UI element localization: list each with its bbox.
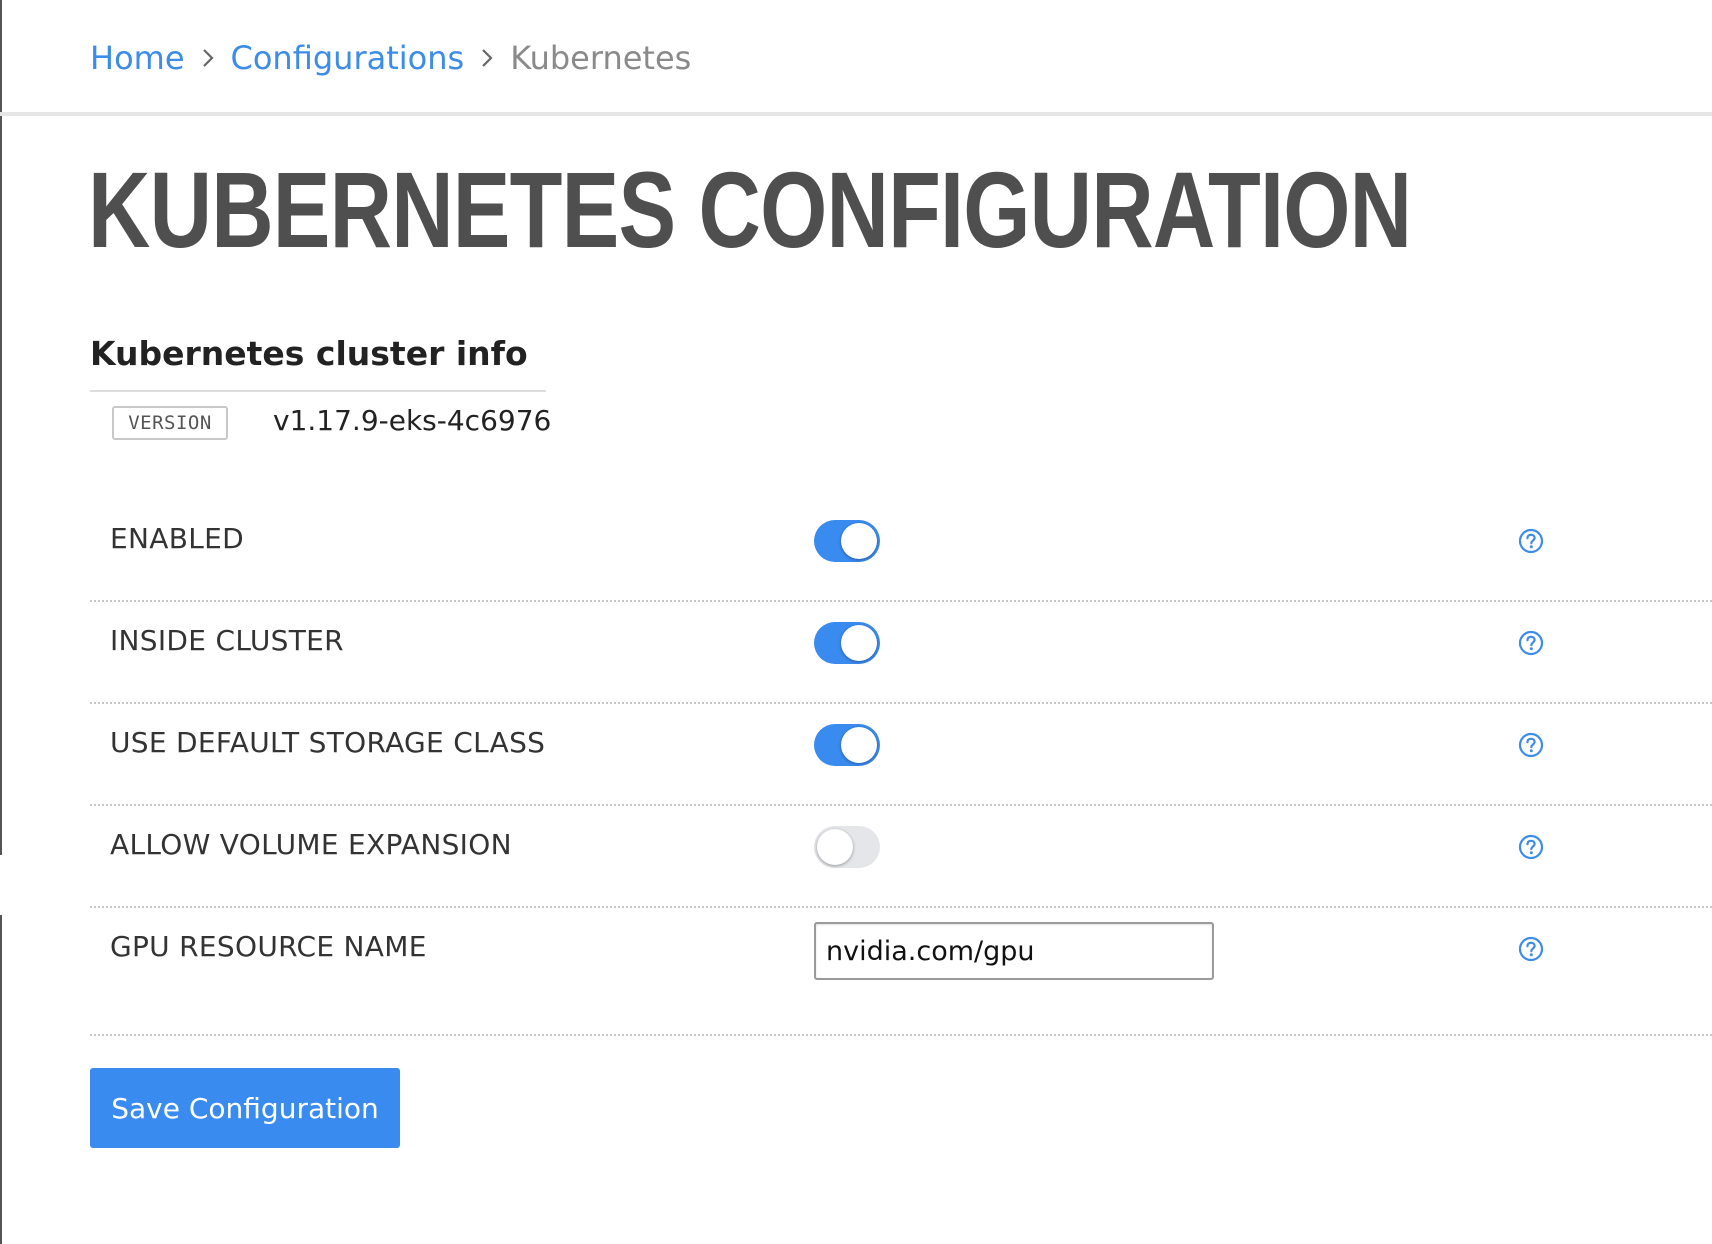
breadcrumb: Home Configurations Kubernetes (90, 34, 691, 82)
setting-label: INSIDE CLUSTER (110, 624, 344, 657)
help-icon[interactable] (1518, 528, 1544, 554)
toggle-knob (841, 625, 877, 661)
inside-cluster-toggle[interactable] (814, 622, 880, 664)
chevron-right-icon (480, 47, 494, 69)
save-configuration-button[interactable]: Save Configuration (90, 1068, 400, 1148)
enabled-toggle[interactable] (814, 520, 880, 562)
setting-row-default-storage-class: USE DEFAULT STORAGE CLASS (90, 704, 1712, 806)
left-border-line (0, 0, 2, 1244)
toggle-knob (841, 523, 877, 559)
version-tag: VERSION (112, 406, 228, 440)
help-icon[interactable] (1518, 732, 1544, 758)
help-icon[interactable] (1518, 630, 1544, 656)
toggle-knob (841, 727, 877, 763)
gpu-resource-name-input[interactable] (814, 922, 1214, 980)
setting-label: GPU RESOURCE NAME (110, 930, 427, 963)
chevron-right-icon (201, 47, 215, 69)
help-icon[interactable] (1518, 936, 1544, 962)
cluster-info-heading: Kubernetes cluster info (90, 334, 528, 373)
page-title: KUBERNETES CONFIGURATION (88, 149, 1412, 270)
version-value: v1.17.9-eks-4c6976 (273, 404, 552, 437)
setting-label: USE DEFAULT STORAGE CLASS (110, 726, 546, 759)
setting-label: ALLOW VOLUME EXPANSION (110, 828, 512, 861)
cluster-info-divider (90, 390, 546, 392)
breadcrumb-configurations-link[interactable]: Configurations (231, 39, 465, 77)
toggle-knob (817, 829, 853, 865)
default-storage-class-toggle[interactable] (814, 724, 880, 766)
setting-row-allow-volume-expansion: ALLOW VOLUME EXPANSION (90, 806, 1712, 908)
breadcrumb-current: Kubernetes (510, 39, 692, 77)
help-icon[interactable] (1518, 834, 1544, 860)
breadcrumb-home-link[interactable]: Home (90, 39, 185, 77)
setting-row-inside-cluster: INSIDE CLUSTER (90, 602, 1712, 704)
setting-label: ENABLED (110, 522, 244, 555)
allow-volume-expansion-toggle[interactable] (814, 826, 880, 868)
setting-row-enabled: ENABLED (90, 500, 1712, 602)
setting-row-gpu-resource-name: GPU RESOURCE NAME (90, 908, 1712, 1036)
left-border-gap (0, 855, 2, 915)
header-divider (0, 112, 1712, 116)
